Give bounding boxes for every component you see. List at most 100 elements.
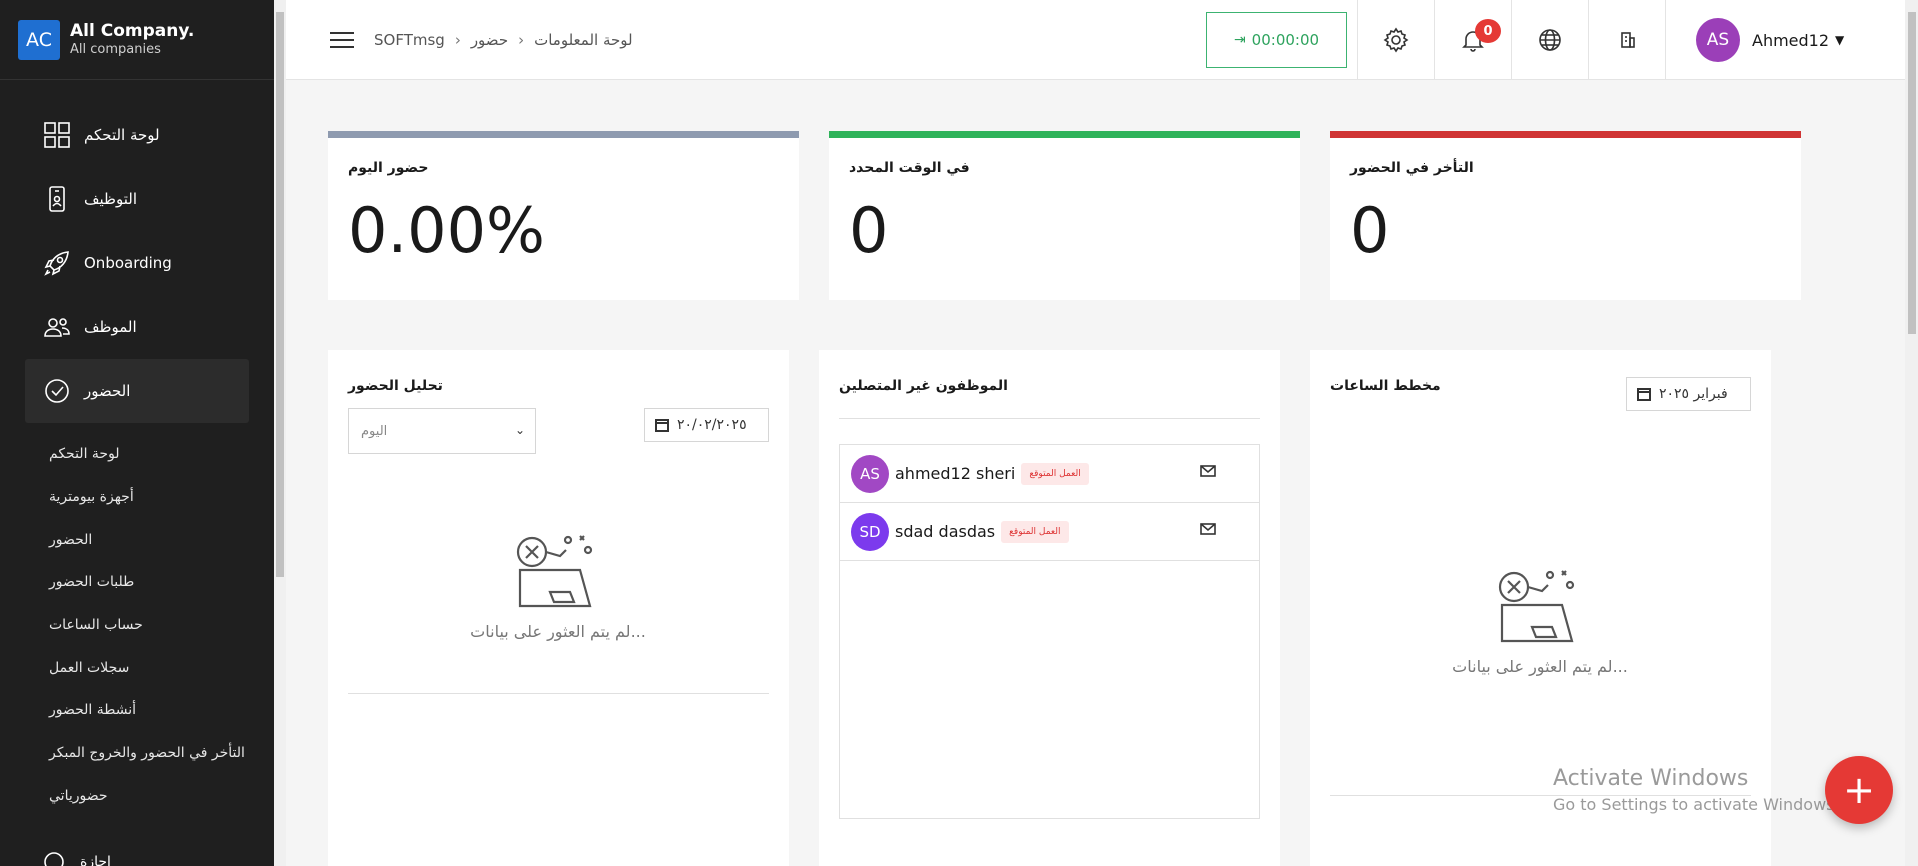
sidebar-item-label: الحضور <box>84 382 131 400</box>
user-menu[interactable]: AS Ahmed12 ▼ <box>1665 0 1854 80</box>
sidebar-item-label: التوظيف <box>84 190 138 208</box>
company-button[interactable] <box>1588 0 1665 80</box>
breadcrumb-item[interactable]: حضور <box>471 31 508 49</box>
chevron-right-icon: › <box>518 30 525 49</box>
notifications-button[interactable]: 0 <box>1434 0 1511 80</box>
panel-title: الموظفون غير المتصلين <box>839 378 1008 394</box>
sidebar-item-label: إجازة <box>80 854 111 866</box>
submenu-item-attendance[interactable]: الحضور <box>0 518 274 561</box>
settings-button[interactable] <box>1357 0 1434 80</box>
mail-icon <box>1200 465 1216 477</box>
panel-title: مخطط الساعات <box>1330 378 1441 394</box>
sidebar-item-label: Onboarding <box>84 254 172 272</box>
add-button[interactable]: + <box>1825 756 1893 824</box>
mail-icon <box>1200 523 1216 535</box>
page-scrollbar-thumb[interactable] <box>1908 12 1916 334</box>
leave-icon <box>44 852 64 866</box>
sidebar-item-leave[interactable]: إجازة <box>42 850 111 866</box>
building-icon <box>1621 32 1635 48</box>
empty-state-text: لم يتم العثور على بيانات... <box>470 622 646 641</box>
sidebar-scrollbar[interactable] <box>274 0 286 866</box>
panel-title: تحليل الحضور <box>348 378 443 394</box>
date-value: ٢٠/٠٢/٢٠٢٥ <box>677 417 747 433</box>
sidebar-item-employee[interactable]: الموظف <box>0 295 274 359</box>
users-icon <box>44 318 70 337</box>
calendar-icon <box>1637 388 1651 401</box>
company-name: All Company. <box>70 20 195 41</box>
login-icon: ⇥ <box>1233 32 1246 48</box>
employee-name: sdad dasdas <box>895 522 996 541</box>
empty-state: لم يتم العثور على بيانات... <box>408 530 708 641</box>
offline-employee-list: AS ahmed12 sheri العمل المتوقع SD sdad d… <box>839 444 1260 819</box>
sidebar-item-onboarding[interactable]: Onboarding <box>0 231 274 295</box>
stat-card-title: في الوقت المحدد <box>849 160 970 176</box>
stat-card-title: التأخر في الحضور <box>1350 160 1474 176</box>
month-picker[interactable]: فبراير ٢٠٢٥ <box>1626 377 1751 411</box>
submenu-item-dashboard[interactable]: لوحة التحكم <box>0 433 274 476</box>
sidebar-item-recruitment[interactable]: التوظيف <box>0 167 274 231</box>
avatar: SD <box>851 512 889 551</box>
sidebar-scrollbar-thumb[interactable] <box>276 12 284 577</box>
offline-employees-panel: الموظفون غير المتصلين AS ahmed12 sheri ا… <box>819 350 1280 866</box>
no-data-icon <box>1498 570 1575 643</box>
submenu-item-attendance-activities[interactable]: أنشطة الحضور <box>0 689 274 732</box>
status-badge: العمل المتوقع <box>1021 462 1089 485</box>
grid-icon <box>44 122 70 148</box>
list-item[interactable]: SD sdad dasdas العمل المتوقع <box>840 503 1259 561</box>
period-select-value: اليوم <box>361 423 388 439</box>
check-circle-icon <box>45 379 69 403</box>
sidebar: AC All Company. All companies لوحة التحك… <box>0 0 274 866</box>
stat-card-on-time: في الوقت المحدد 0 <box>829 131 1300 300</box>
company-switcher[interactable]: AC All Company. All companies <box>0 0 274 80</box>
stat-card-value: 0.00% <box>348 194 545 267</box>
page-scrollbar[interactable] <box>1905 0 1918 866</box>
send-mail-button[interactable] <box>1200 463 1216 479</box>
submenu-item-late-early[interactable]: التأخر في الحضور والخروج المبكر <box>0 732 274 775</box>
submenu-item-attendance-requests[interactable]: طلبات الحضور <box>0 561 274 604</box>
breadcrumb-item[interactable]: SOFTmsg <box>374 31 445 49</box>
month-value: فبراير ٢٠٢٥ <box>1659 386 1728 402</box>
empty-state-text: لم يتم العثور على بيانات... <box>1452 657 1628 676</box>
stat-card-value: 0 <box>1350 194 1390 267</box>
employee-name: ahmed12 sheri <box>895 464 1016 483</box>
stat-card-title: حضور اليوم <box>348 160 429 176</box>
sidebar-item-dashboard[interactable]: لوحة التحكم <box>0 103 274 167</box>
notification-count-badge: 0 <box>1475 19 1501 43</box>
breadcrumb: SOFTmsg › حضور › لوحة المعلومات <box>374 31 633 49</box>
sidebar-item-attendance[interactable]: الحضور <box>25 359 249 423</box>
timer-value: 00:00:00 <box>1251 31 1320 49</box>
list-item[interactable]: AS ahmed12 sheri العمل المتوقع <box>840 445 1259 503</box>
stat-card-accent <box>1330 131 1801 138</box>
stat-card-accent <box>829 131 1300 138</box>
submenu-item-biometric-devices[interactable]: أجهزة بيومترية <box>0 476 274 519</box>
watermark-subtitle: Go to Settings to activate Windows. <box>1553 795 1840 814</box>
attendance-analysis-panel: تحليل الحضور اليوم ⌄ ٢٠/٠٢/٢٠٢٥ لم يتم ا… <box>328 350 789 866</box>
divider <box>839 418 1260 419</box>
clock-in-button[interactable]: ⇥ 00:00:00 <box>1206 12 1347 68</box>
send-mail-button[interactable] <box>1200 521 1216 537</box>
stat-card-today-attendance: حضور اليوم 0.00% <box>328 131 799 300</box>
stat-card-value: 0 <box>849 194 889 267</box>
globe-icon <box>1539 29 1561 51</box>
sidebar-item-label: الموظف <box>84 318 137 336</box>
chevron-down-icon: ⌄ <box>514 423 525 437</box>
submenu-item-work-records[interactable]: سجلات العمل <box>0 646 274 689</box>
submenu-item-hour-account[interactable]: حساب الساعات <box>0 604 274 647</box>
date-picker[interactable]: ٢٠/٠٢/٢٠٢٥ <box>644 408 769 442</box>
avatar: AS <box>1696 18 1740 62</box>
submenu-item-my-attendance[interactable]: حضورياتي <box>0 775 274 818</box>
menu-toggle-icon[interactable] <box>330 31 354 48</box>
breadcrumb-item: لوحة المعلومات <box>534 30 633 49</box>
sidebar-nav: لوحة التحكم التوظيف Onboarding الموظف ال… <box>0 80 274 423</box>
gear-icon <box>1383 27 1409 53</box>
company-subtitle: All companies <box>70 41 161 57</box>
caret-down-icon: ▼ <box>1835 33 1845 47</box>
language-button[interactable] <box>1511 0 1588 80</box>
chevron-right-icon: › <box>454 30 461 49</box>
avatar: AS <box>851 454 889 493</box>
empty-state: لم يتم العثور على بيانات... <box>1390 565 1690 676</box>
calendar-icon <box>655 419 669 432</box>
header-actions: ⇥ 00:00:00 0 AS Ahmed12 ▼ <box>1206 0 1854 80</box>
sidebar-item-label: لوحة التحكم <box>84 126 160 144</box>
period-select[interactable]: اليوم ⌄ <box>348 408 536 454</box>
